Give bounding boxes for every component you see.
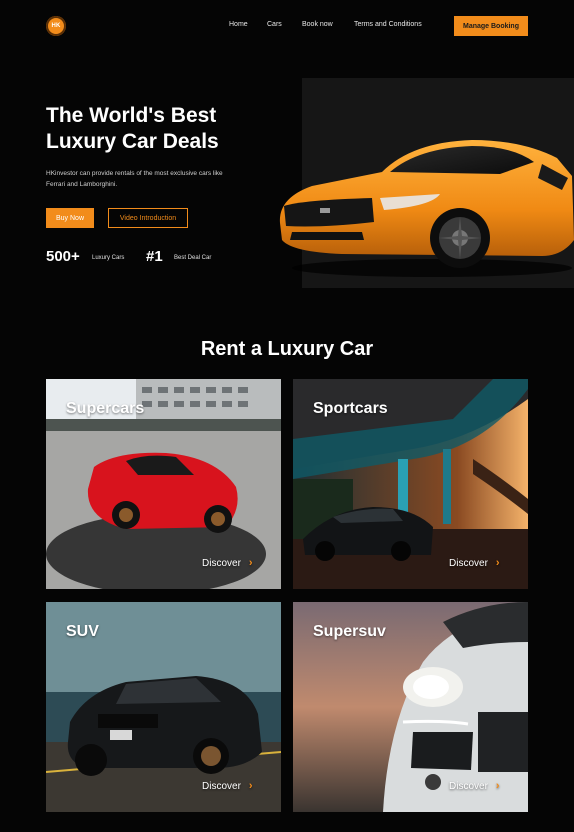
discover-link-supersuv[interactable]: Discover › [449, 780, 500, 792]
card-title-suv: SUV [66, 623, 99, 640]
category-card-sportcars[interactable]: Sportcars Discover › [293, 379, 528, 589]
hero-description: HKinvestor can provide rentals of the mo… [46, 170, 223, 188]
video-introduction-button[interactable]: Video Introduction [108, 208, 188, 228]
manage-booking-button[interactable]: Manage Booking [454, 16, 528, 36]
stat-rank-label: Best Deal Car [174, 255, 212, 261]
hero-title-line-2: Luxury Car Deals [46, 130, 219, 153]
card-title-supersuv: Supersuv [313, 623, 386, 640]
hero-title-line-1: The World's Best [46, 104, 217, 127]
section-title: Rent a Luxury Car [200, 338, 374, 360]
nav-link-home[interactable]: Home [229, 21, 248, 28]
buy-now-button[interactable]: Buy Now [46, 208, 94, 228]
chevron-right-icon: › [248, 780, 253, 792]
discover-link-sportcars[interactable]: Discover › [449, 557, 500, 569]
hero-car-image [279, 140, 574, 277]
discover-label: Discover [202, 780, 241, 792]
discover-link-suv[interactable]: Discover › [202, 780, 253, 792]
hero-title: The World's Best Luxury Car Deals [46, 103, 266, 155]
top-nav: HK Home Cars Book now Terms and Conditio… [0, 0, 574, 52]
discover-label: Discover [202, 557, 241, 569]
category-card-supercars[interactable]: Supercars Discover › [46, 379, 281, 589]
discover-label: Discover [449, 780, 488, 792]
card-title-supercars: Supercars [66, 400, 145, 417]
nav-link-book-now[interactable]: Book now [302, 21, 333, 28]
stat-cars-value: 500+ [46, 248, 80, 265]
category-card-suv[interactable]: SUV Discover › [46, 602, 281, 812]
category-card-supersuv[interactable]: Supersuv Discover › [293, 602, 528, 812]
chevron-right-icon: › [248, 557, 253, 569]
discover-link-supercars[interactable]: Discover › [202, 557, 253, 569]
stat-cars-label: Luxury Cars [92, 255, 125, 261]
nav-link-cars[interactable]: Cars [267, 21, 282, 28]
stat-rank-value: #1 [146, 248, 163, 265]
chevron-right-icon: › [495, 780, 500, 792]
chevron-right-icon: › [495, 557, 500, 569]
card-title-sportcars: Sportcars [313, 400, 388, 417]
discover-label: Discover [449, 557, 488, 569]
nav-link-terms[interactable]: Terms and Conditions [354, 21, 422, 28]
